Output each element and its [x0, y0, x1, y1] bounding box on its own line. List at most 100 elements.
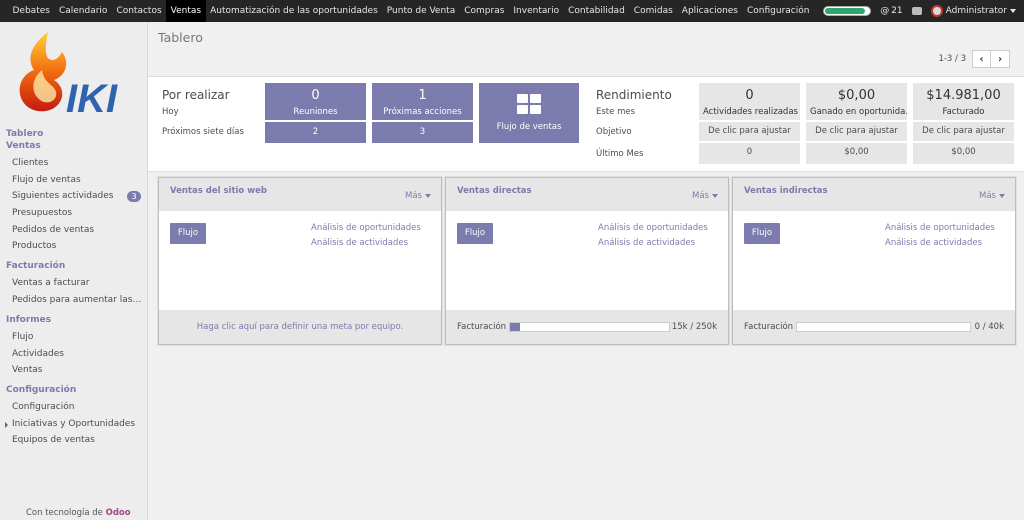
sidebar-head-informes: Informes — [6, 315, 52, 325]
sidebar-head-tablero[interactable]: Tablero — [0, 128, 147, 140]
card-header: Ventas directas Más — [446, 178, 728, 211]
menu-configuracion[interactable]: Configuración — [743, 0, 814, 22]
team-name[interactable]: Ventas del sitio web — [170, 186, 267, 196]
pager-previous-button[interactable]: ‹ — [972, 50, 991, 68]
sidebar-item-presupuestos[interactable]: Presupuestos — [0, 205, 147, 222]
pipeline-tile[interactable]: Flujo de ventas — [479, 83, 579, 143]
caret-down-icon — [712, 194, 718, 198]
sidebar-section-configuracion: Configuración Configuración Iniciativas … — [0, 384, 147, 449]
sidebar-item-siguientes-actividades[interactable]: Siguientes actividades 3 — [0, 188, 147, 205]
more-label: Más — [979, 191, 996, 201]
pager-value[interactable]: 1-3 / 3 — [938, 54, 966, 64]
sidebar-section-facturacion: Facturación Ventas a facturar Pedidos pa… — [0, 260, 147, 308]
kpi-activities-done: 0 Actividades realizadas — [699, 83, 800, 120]
sidebar-item-pedidos-para-aumentar[interactable]: Pedidos para aumentar las… — [0, 292, 147, 309]
invoicing-progress-bar — [509, 322, 670, 332]
card-header: Ventas indirectas Más — [733, 178, 1015, 211]
sidebar-item-actividades[interactable]: Actividades — [0, 346, 147, 363]
more-dropdown[interactable]: Más — [979, 191, 1005, 201]
meetings-label: Reuniones — [293, 107, 338, 117]
meetings-today-tile[interactable]: 0 Reuniones — [265, 83, 366, 120]
menu-ventas[interactable]: Ventas — [166, 0, 206, 22]
opportunities-analysis-link[interactable]: Análisis de oportunidades — [598, 223, 708, 233]
activities-analysis-link[interactable]: Análisis de actividades — [885, 238, 982, 248]
activities-analysis-link[interactable]: Análisis de actividades — [311, 238, 408, 248]
im-status-toggle[interactable] — [823, 6, 872, 16]
team-card-directas: Ventas directas Más Flujo Análisis de op… — [445, 177, 729, 345]
performance-title: Rendimiento — [596, 88, 672, 102]
pipeline-button[interactable]: Flujo — [457, 223, 493, 244]
activity-count-badge: 3 — [127, 191, 141, 203]
team-name[interactable]: Ventas indirectas — [744, 186, 828, 196]
kpi-invoiced-target[interactable]: De clic para ajustar — [913, 122, 1014, 141]
sidebar-item-ventas-report[interactable]: Ventas — [0, 362, 147, 379]
menu-inventario[interactable]: Inventario — [509, 0, 564, 22]
sidebar-item-configuracion[interactable]: Configuración — [0, 399, 147, 416]
sidebar-item-clientes[interactable]: Clientes — [0, 155, 147, 172]
chevron-down-icon — [1010, 9, 1016, 13]
invoicing-value[interactable]: 0 / 40k — [975, 322, 1004, 332]
pager-next-button[interactable]: › — [991, 50, 1010, 68]
sidebar-section-ventas: Tablero Ventas Clientes Flujo de ventas … — [0, 128, 147, 255]
todo-row-today: Hoy — [162, 107, 179, 117]
avatar — [930, 5, 943, 17]
kpi-activities-target[interactable]: De clic para ajustar — [699, 122, 800, 141]
meetings-next7-tile[interactable]: 2 — [265, 122, 366, 143]
kpi-won-target[interactable]: De clic para ajustar — [806, 122, 907, 141]
mentions-counter[interactable]: @ 21 — [880, 6, 902, 16]
activities-analysis-link[interactable]: Análisis de actividades — [598, 238, 695, 248]
menu-compras[interactable]: Compras — [460, 0, 509, 22]
invoicing-progress-bar — [796, 322, 971, 332]
kpi-invoiced-last-month: $0,00 — [913, 143, 1014, 164]
sidebar-item-flujo-de-ventas[interactable]: Flujo de ventas — [0, 172, 147, 189]
mentions-count: 21 — [891, 6, 903, 16]
menu-aplicaciones[interactable]: Aplicaciones — [677, 0, 742, 22]
pager: 1-3 / 3 ‹ › — [938, 50, 1010, 68]
menu-punto-de-venta[interactable]: Punto de Venta — [382, 0, 459, 22]
sidebar-item-iniciativas[interactable]: Iniciativas y Oportunidades — [0, 416, 147, 433]
chevron-right-icon: › — [997, 53, 1003, 65]
team-card-indirectas: Ventas indirectas Más Flujo Análisis de … — [732, 177, 1016, 345]
menu-contactos[interactable]: Contactos — [112, 0, 166, 22]
kpi-won-opportunities: $0,00 Ganado en oportunida… — [806, 83, 907, 120]
pipeline-label: Flujo de ventas — [496, 122, 562, 132]
performance-row-this-month: Este mes — [596, 107, 636, 117]
sidebar-item-flujo[interactable]: Flujo — [0, 329, 147, 346]
menu-contabilidad[interactable]: Contabilidad — [564, 0, 630, 22]
todo-title: Por realizar — [162, 88, 230, 102]
menu-debates[interactable]: Debates — [8, 0, 54, 22]
powered-prefix: Con tecnología de — [26, 508, 103, 518]
chat-icon[interactable] — [911, 7, 922, 15]
kpi-value: 0 — [745, 88, 754, 103]
next-actions-today-tile[interactable]: 1 Próximas acciones — [372, 83, 473, 120]
sidebar-item-pedidos-de-ventas[interactable]: Pedidos de ventas — [0, 222, 147, 239]
meetings-today-count: 0 — [311, 88, 320, 103]
pipeline-button[interactable]: Flujo — [170, 223, 206, 244]
more-dropdown[interactable]: Más — [692, 191, 718, 201]
team-card-sitio-web: Ventas del sitio web Más Flujo Análisis … — [158, 177, 442, 345]
odoo-link[interactable]: Odoo — [106, 508, 131, 518]
team-name[interactable]: Ventas directas — [457, 186, 532, 196]
pipeline-button[interactable]: Flujo — [744, 223, 780, 244]
sidebar-item-ventas-a-facturar[interactable]: Ventas a facturar — [0, 275, 147, 292]
menu-comidas[interactable]: Comidas — [629, 0, 677, 22]
page-title: Tablero — [158, 30, 203, 45]
sales-dashboard: Por realizar Hoy Próximos siete días 0 R… — [148, 77, 1024, 172]
kpi-invoiced: $14.981,00 Facturado — [913, 83, 1014, 120]
sidebar-item-label: Siguientes actividades — [12, 191, 114, 202]
next-actions-next7-tile[interactable]: 3 — [372, 122, 473, 143]
sidebar-item-equipos-de-ventas[interactable]: Equipos de ventas — [0, 432, 147, 449]
define-target-link[interactable]: Haga clic aquí para definir una meta por… — [159, 322, 441, 332]
kpi-won-last-month: $0,00 — [806, 143, 907, 164]
menu-calendario[interactable]: Calendario — [54, 0, 111, 22]
menu-automatizacion[interactable]: Automatización de las oportunidades — [206, 0, 383, 22]
kpi-activities-last-month: 0 — [699, 143, 800, 164]
opportunities-analysis-link[interactable]: Análisis de oportunidades — [311, 223, 421, 233]
sidebar-item-productos[interactable]: Productos — [0, 238, 147, 255]
invoicing-value[interactable]: 15k / 250k — [672, 322, 717, 332]
more-dropdown[interactable]: Más — [405, 191, 431, 201]
opportunities-analysis-link[interactable]: Análisis de oportunidades — [885, 223, 995, 233]
user-menu[interactable]: Administrator — [930, 5, 1016, 17]
sidebar-head-ventas: Ventas — [6, 141, 41, 151]
more-label: Más — [692, 191, 709, 201]
